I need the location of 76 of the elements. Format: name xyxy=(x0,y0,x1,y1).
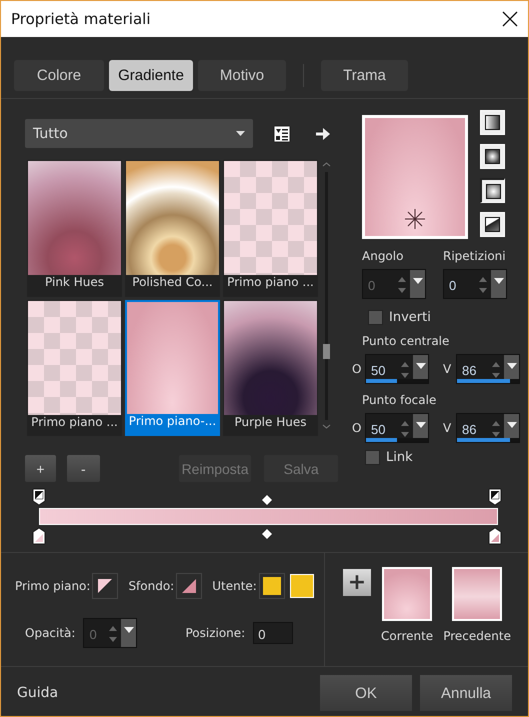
color-swatch[interactable] xyxy=(176,573,202,599)
checkbox[interactable] xyxy=(368,310,383,325)
caret-icon[interactable] xyxy=(506,422,516,428)
field-label: Ripetizioni xyxy=(443,249,507,263)
gradient-thumbnail[interactable]: Pink Hues xyxy=(27,160,122,296)
gradient-thumbnail[interactable]: Purple Hues xyxy=(223,300,318,436)
gradient-swatch xyxy=(382,567,432,621)
action-button[interactable]: - xyxy=(66,455,100,482)
checkbox[interactable] xyxy=(365,450,380,465)
color-label: Sfondo: xyxy=(128,579,174,593)
caret-icon[interactable] xyxy=(494,278,504,284)
gradient-thumbnail[interactable]: Primo piano ... xyxy=(27,300,122,436)
gradient-swatch xyxy=(452,567,502,621)
caret-icon[interactable] xyxy=(236,131,245,136)
dialog-button[interactable]: OK xyxy=(320,675,412,711)
axis-label: V xyxy=(443,421,452,435)
spin-arrows-icon[interactable] xyxy=(491,361,501,379)
gradient-thumbnail[interactable]: Primo piano ... xyxy=(223,160,318,296)
checkbox-label: Link xyxy=(386,450,413,465)
action-button: Salva xyxy=(264,455,338,482)
tab[interactable]: Motivo xyxy=(198,60,286,91)
axis-label: O xyxy=(352,421,362,435)
caret-icon[interactable] xyxy=(416,363,426,369)
tab[interactable]: Gradiente xyxy=(109,60,193,91)
gradient-style-icon xyxy=(485,217,500,232)
section-label: Punto centrale xyxy=(362,334,450,348)
midpoint-icon[interactable] xyxy=(262,529,272,539)
tab[interactable]: Trama xyxy=(321,60,408,91)
category-dropdown[interactable]: Tutto xyxy=(25,119,253,148)
color-swatch[interactable] xyxy=(92,573,118,599)
checkbox-label: Inverti xyxy=(389,310,431,325)
spin-field[interactable]: 50 xyxy=(365,413,429,443)
position-field[interactable]: 0 xyxy=(253,622,294,644)
list-view-icon[interactable] xyxy=(274,126,290,142)
spin-field[interactable]: 50 xyxy=(365,354,429,384)
axis-label: O xyxy=(352,362,362,376)
action-button[interactable]: + xyxy=(25,455,56,482)
color-swatch[interactable] xyxy=(258,573,285,599)
color-label: Utente: xyxy=(212,579,257,593)
color-stop-icon[interactable] xyxy=(32,527,46,545)
spin-arrows-icon[interactable] xyxy=(400,420,410,438)
spin-arrows-icon[interactable] xyxy=(400,361,410,379)
spin-field[interactable]: 86 xyxy=(456,413,520,443)
caret-icon[interactable] xyxy=(506,363,516,369)
spin-arrows-icon[interactable] xyxy=(478,276,488,294)
caret-icon[interactable] xyxy=(416,422,426,428)
dialog-button[interactable]: Annulla xyxy=(420,675,512,711)
preview-label: Corrente xyxy=(381,629,434,643)
preview-label: Precedente xyxy=(443,629,511,643)
section-label: Punto focale xyxy=(362,393,438,407)
arrow-icon[interactable] xyxy=(316,128,330,140)
gradient-thumbnail[interactable]: Polished Co... xyxy=(125,160,220,296)
gradient-style-icon xyxy=(485,115,500,130)
spin-field[interactable]: 0 xyxy=(443,269,507,299)
color-label: Primo piano: xyxy=(15,579,90,593)
help-link[interactable]: Guida xyxy=(17,685,312,701)
color-stop-icon[interactable] xyxy=(488,488,502,506)
field-label: Angolo xyxy=(362,249,404,263)
close-icon[interactable] xyxy=(502,11,518,27)
window-title: Proprietà materiali xyxy=(11,10,150,28)
midpoint-icon[interactable] xyxy=(262,495,272,505)
gradient-thumbnail[interactable]: Primo piano-... xyxy=(125,300,220,436)
tab[interactable]: Colore xyxy=(14,60,104,91)
axis-label: V xyxy=(443,362,452,376)
field-label: Posizione: xyxy=(185,626,246,640)
color-stop-icon[interactable] xyxy=(32,488,46,506)
color-stop-icon[interactable] xyxy=(488,527,502,545)
spin-field[interactable]: 86 xyxy=(456,354,520,384)
gradient-style-icon xyxy=(486,184,500,198)
action-button: Reimposta xyxy=(178,455,252,482)
gradient-style-icon xyxy=(485,149,500,164)
center-point-icon[interactable] xyxy=(405,209,425,230)
field-label: Opacità: xyxy=(25,626,76,640)
add-button[interactable]: + xyxy=(343,569,371,596)
style-button[interactable] xyxy=(480,178,505,203)
spin-arrows-icon[interactable] xyxy=(491,420,501,438)
